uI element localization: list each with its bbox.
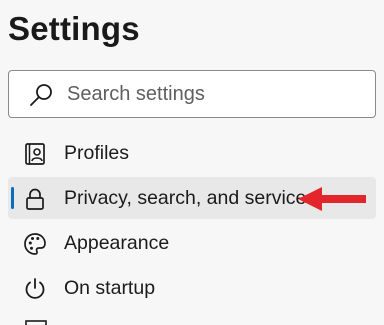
sidebar-item-label: Appearance: [64, 232, 170, 254]
search-box[interactable]: [8, 70, 376, 118]
annotation-arrow-icon: [298, 187, 366, 211]
sidebar-item-label: On startup: [64, 277, 156, 299]
sidebar-item-label: Privacy, search, and services: [64, 187, 317, 209]
next-item-icon: [25, 320, 47, 325]
profiles-icon: [25, 143, 45, 165]
sidebar-item-appearance[interactable]: Appearance: [8, 222, 376, 264]
selected-indicator: [11, 187, 14, 209]
sidebar-item-on-startup[interactable]: On startup: [8, 267, 376, 309]
power-icon: [25, 278, 45, 299]
search-input[interactable]: [67, 71, 367, 117]
sidebar-item-label: Profiles: [64, 142, 130, 164]
page-title: Settings: [8, 10, 140, 47]
search-icon: [30, 84, 52, 106]
palette-icon: [24, 233, 46, 255]
sidebar-item-profiles[interactable]: Profiles: [8, 132, 376, 174]
settings-panel: Settings Profiles Privacy, search, and s…: [0, 0, 384, 325]
lock-icon: [26, 188, 44, 210]
